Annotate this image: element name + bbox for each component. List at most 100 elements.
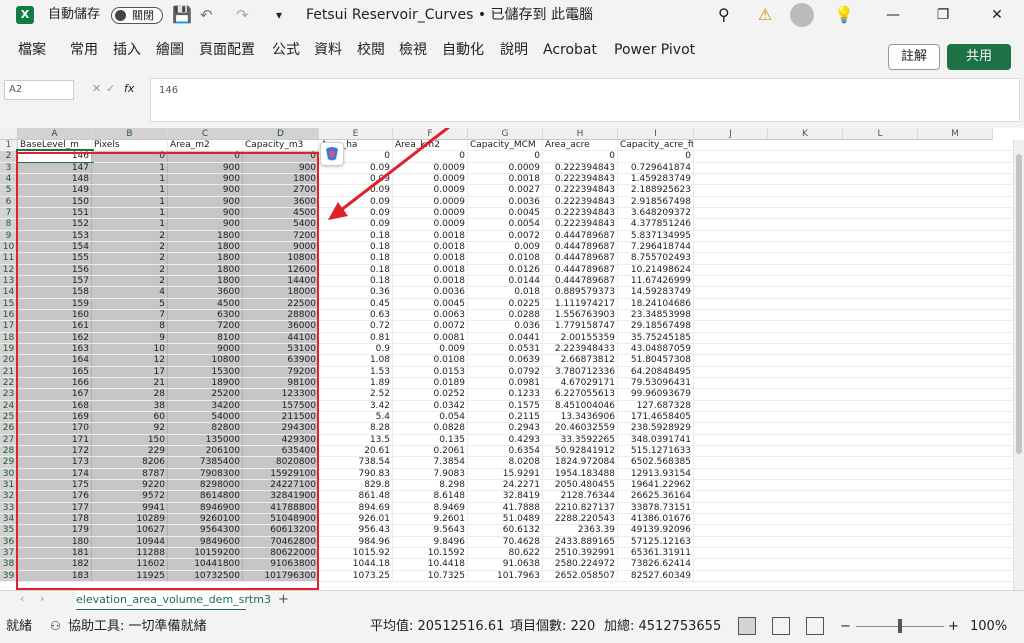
table-cell[interactable]: 0 [168,151,243,162]
row-number[interactable]: 33 [0,502,18,513]
table-cell[interactable]: 8.451004046 [543,400,618,411]
table-cell[interactable]: 5 [92,298,168,309]
table-cell[interactable]: 164 [18,355,92,366]
table-cell[interactable]: 8787 [92,468,168,479]
table-cell[interactable]: 91063800 [243,559,319,570]
table-cell[interactable]: 9.2601 [393,513,468,525]
table-cell[interactable]: 101796300 [243,570,319,581]
table-cell[interactable]: 91.0638 [468,559,543,570]
row-number[interactable]: 4 [0,173,18,185]
row-number[interactable]: 20 [0,355,18,366]
column-header-c[interactable]: C [168,128,243,140]
table-cell[interactable]: 8.0208 [468,457,543,468]
table-cell[interactable]: 4500 [168,298,243,309]
row-number[interactable]: 12 [0,264,18,275]
table-cell[interactable]: 0.222394843 [543,196,618,207]
row-number[interactable]: 8 [0,219,18,230]
table-cell[interactable]: 7 [92,309,168,321]
table-cell[interactable]: 0.1575 [468,400,543,411]
table-cell[interactable]: 1824.972084 [543,457,618,468]
column-header-j[interactable]: J [694,128,768,140]
table-cell[interactable]: 18000 [243,287,319,298]
table-cell[interactable]: 1800 [168,264,243,275]
table-cell[interactable]: 229 [92,445,168,457]
table-cell[interactable]: 155 [18,253,92,264]
table-cell[interactable]: 5400 [243,219,319,230]
zoom-in-button[interactable]: + [948,610,959,643]
table-cell[interactable]: 6300 [168,309,243,321]
column-header-h[interactable]: H [543,128,618,140]
table-cell[interactable]: 0.222394843 [543,173,618,185]
document-title[interactable]: Fetsui Reservoir_Curves • 已儲存到 此電腦 [306,0,593,30]
table-cell[interactable]: 80622000 [243,547,319,559]
table-cell[interactable]: 171.4658405 [618,411,694,423]
table-cell[interactable]: 181 [18,547,92,559]
table-cell[interactable]: 0.0981 [468,377,543,389]
table-cell[interactable]: 1954.183488 [543,468,618,479]
save-icon[interactable]: 💾 [172,0,192,30]
row-number[interactable]: 13 [0,275,18,287]
table-cell[interactable]: 6502.568385 [618,457,694,468]
table-cell[interactable]: 0.889579373 [543,287,618,298]
table-cell[interactable]: 8614800 [168,491,243,502]
normal-view-icon[interactable] [738,617,756,635]
table-cell[interactable]: 5.4 [319,411,393,423]
name-box[interactable]: A2 [4,80,74,100]
table-cell[interactable]: 0 [92,151,168,162]
table-cell[interactable]: 1 [92,219,168,230]
table-cell[interactable]: 0.444789687 [543,230,618,241]
table-cell[interactable]: 64.20848495 [618,366,694,377]
table-cell[interactable]: 1800 [168,230,243,241]
row-number[interactable]: 10 [0,241,18,253]
table-cell[interactable]: 1.779158747 [543,321,618,332]
tab-acrobat[interactable]: Acrobat [543,40,597,60]
table-cell[interactable]: 70.4628 [468,536,543,547]
table-cell[interactable]: 170 [18,423,92,434]
table-cell[interactable]: 180 [18,536,92,547]
table-cell[interactable]: 900 [168,185,243,196]
table-cell[interactable]: 206100 [168,445,243,457]
tab-data[interactable]: 資料 [314,40,342,60]
column-header-l[interactable]: L [843,128,918,140]
accessibility-status[interactable]: 協助工具: 一切準備就緒 [68,610,207,643]
table-cell[interactable]: 177 [18,502,92,513]
row-number[interactable]: 34 [0,513,18,525]
table-cell[interactable]: 900 [168,207,243,219]
table-cell[interactable]: 0.4293 [468,434,543,445]
enter-icon[interactable]: ✓ [106,82,115,95]
table-cell[interactable]: 0.222394843 [543,162,618,173]
tab-review[interactable]: 校閱 [357,40,385,60]
spreadsheet-grid[interactable]: ABCDEFGHIJKLM 1 BaseLevel_m Pixels Area_m2 C… [0,128,1024,590]
table-cell[interactable]: 0.222394843 [543,219,618,230]
table-cell[interactable]: 172 [18,445,92,457]
redo-icon[interactable]: ↷ [236,0,249,30]
tab-page-layout[interactable]: 頁面配置 [199,40,255,60]
table-cell[interactable]: 101.7963 [468,570,543,581]
row-number[interactable]: 6 [0,196,18,207]
table-cell[interactable]: 2288.220543 [543,513,618,525]
table-cell[interactable]: 12600 [243,264,319,275]
table-cell[interactable]: 19641.22962 [618,479,694,491]
row-number[interactable]: 24 [0,400,18,411]
table-cell[interactable]: 9 [92,332,168,343]
table-cell[interactable]: 0.2115 [468,411,543,423]
row-number[interactable]: 15 [0,298,18,309]
table-cell[interactable]: 3.648209372 [618,207,694,219]
zoom-out-button[interactable]: − [840,610,851,643]
table-cell[interactable]: 10441800 [168,559,243,570]
table-cell[interactable]: 9000 [243,241,319,253]
table-cell[interactable]: 11602 [92,559,168,570]
table-cell[interactable]: 0.135 [393,434,468,445]
table-cell[interactable]: 7200 [243,230,319,241]
table-cell[interactable]: 0.222394843 [543,207,618,219]
table-cell[interactable]: 8.298 [393,479,468,491]
table-cell[interactable]: 2580.224972 [543,559,618,570]
table-cell[interactable]: 24227100 [243,479,319,491]
accessibility-icon[interactable]: ⚇ [50,610,61,643]
column-title[interactable]: Capacity_acre_ft [618,140,694,151]
table-cell[interactable]: 79200 [243,366,319,377]
table-cell[interactable]: 12913.93154 [618,468,694,479]
table-cell[interactable]: 9941 [92,502,168,513]
table-cell[interactable]: 5.837134995 [618,230,694,241]
table-cell[interactable]: 9220 [92,479,168,491]
